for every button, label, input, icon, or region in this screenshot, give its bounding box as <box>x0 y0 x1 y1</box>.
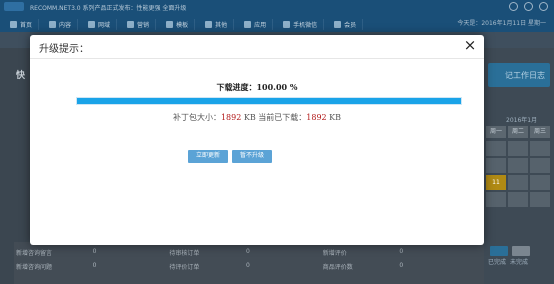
menu-item-mobile[interactable]: 手机微信 <box>277 19 325 30</box>
mobile-icon <box>283 21 291 28</box>
table-row: 新增咨询问题 0 待评价订单 0 商品评价数 0 <box>16 262 404 271</box>
menu-item-template[interactable]: 模板 <box>160 19 196 30</box>
help-icon[interactable] <box>524 2 533 11</box>
progress-bar <box>76 97 462 105</box>
weekday: 周二 <box>508 126 528 138</box>
globe-icon <box>88 21 96 28</box>
menu-item-apps[interactable]: 应用 <box>238 19 274 30</box>
incomplete-label: 未完成 <box>510 259 529 266</box>
menu-item-home[interactable]: 首页 <box>4 19 40 30</box>
calendar-day[interactable] <box>530 175 550 190</box>
chart-icon <box>127 21 135 28</box>
menu-item-other[interactable]: 其他 <box>199 19 235 30</box>
calendar-day[interactable] <box>486 158 506 173</box>
menu-item-web[interactable]: 网域 <box>82 19 118 30</box>
calendar-weekdays: 周一 周二 周三 <box>486 126 550 138</box>
menu-item-marketing[interactable]: 营销 <box>121 19 157 30</box>
calendar-grid: 11 <box>486 141 550 207</box>
calendar-day[interactable] <box>508 158 528 173</box>
home-icon <box>10 21 17 28</box>
later-button[interactable]: 暂不升级 <box>232 150 272 163</box>
dialog-title: 升级提示： <box>39 44 89 55</box>
document-icon <box>49 21 57 28</box>
menu-item-content[interactable]: 内容 <box>43 19 79 30</box>
table-row: 新增咨询留言 0 待审核订单 0 新增评价 0 <box>16 248 404 257</box>
calendar-day[interactable] <box>530 192 550 207</box>
calendar-day[interactable] <box>530 141 550 156</box>
update-now-button[interactable]: 立即更新 <box>188 150 228 163</box>
calendar-day[interactable] <box>508 141 528 156</box>
patch-size-label: 补丁包大小： <box>172 113 221 122</box>
date-text: 今天是：2016年1月11日 星期一 <box>457 20 546 27</box>
top-actions <box>509 2 548 11</box>
settings-icon[interactable] <box>509 2 518 11</box>
completed-marker <box>490 246 508 256</box>
menu-item-member[interactable]: 会员 <box>328 19 364 30</box>
weekday: 周三 <box>530 126 550 138</box>
template-icon <box>166 21 174 28</box>
calendar-day[interactable] <box>508 192 528 207</box>
work-log-label: 记工作日志 <box>505 71 545 80</box>
progress-label: 下载进度：100.00 % <box>216 82 298 92</box>
calendar-day[interactable] <box>486 141 506 156</box>
monitor-icon <box>244 21 252 28</box>
upgrade-dialog: 升级提示： × 下载进度：100.00 % 补丁包大小：1892 KB 当前已下… <box>30 35 484 245</box>
calendar-day-today[interactable]: 11 <box>486 175 506 190</box>
close-icon[interactable]: × <box>462 37 478 53</box>
patch-size-line: 补丁包大小：1892 KB 当前已下载：1892 KB <box>30 112 484 123</box>
tag-icon <box>205 21 213 28</box>
weekday: 周一 <box>486 126 506 138</box>
announcement-text: RECOMM.NET3.0 系列产品正式发布：性能更强 全面升级 <box>30 5 187 12</box>
progress-fill <box>77 98 461 104</box>
calendar-month: 2016年1月 <box>506 117 538 124</box>
incomplete-marker <box>512 246 530 256</box>
main-menu: 首页 内容 网域 营销 模板 其他 应用 手机微信 会员 <box>0 18 440 31</box>
left-heading: 快 <box>16 71 26 81</box>
patch-size-value: 1892 <box>220 113 242 122</box>
unit-label: KB <box>329 113 342 122</box>
unit-label: KB <box>243 113 256 122</box>
calendar-day[interactable] <box>508 175 528 190</box>
completed-label: 已完成 <box>488 259 507 266</box>
calendar-day[interactable] <box>486 192 506 207</box>
downloaded-value: 1892 <box>306 113 327 122</box>
downloaded-label: 当前已下载： <box>258 113 307 122</box>
logout-icon[interactable] <box>539 2 548 11</box>
user-icon <box>334 21 342 28</box>
logo <box>4 2 24 11</box>
calendar-day[interactable] <box>530 158 550 173</box>
dialog-header: 升级提示： × <box>30 35 484 59</box>
